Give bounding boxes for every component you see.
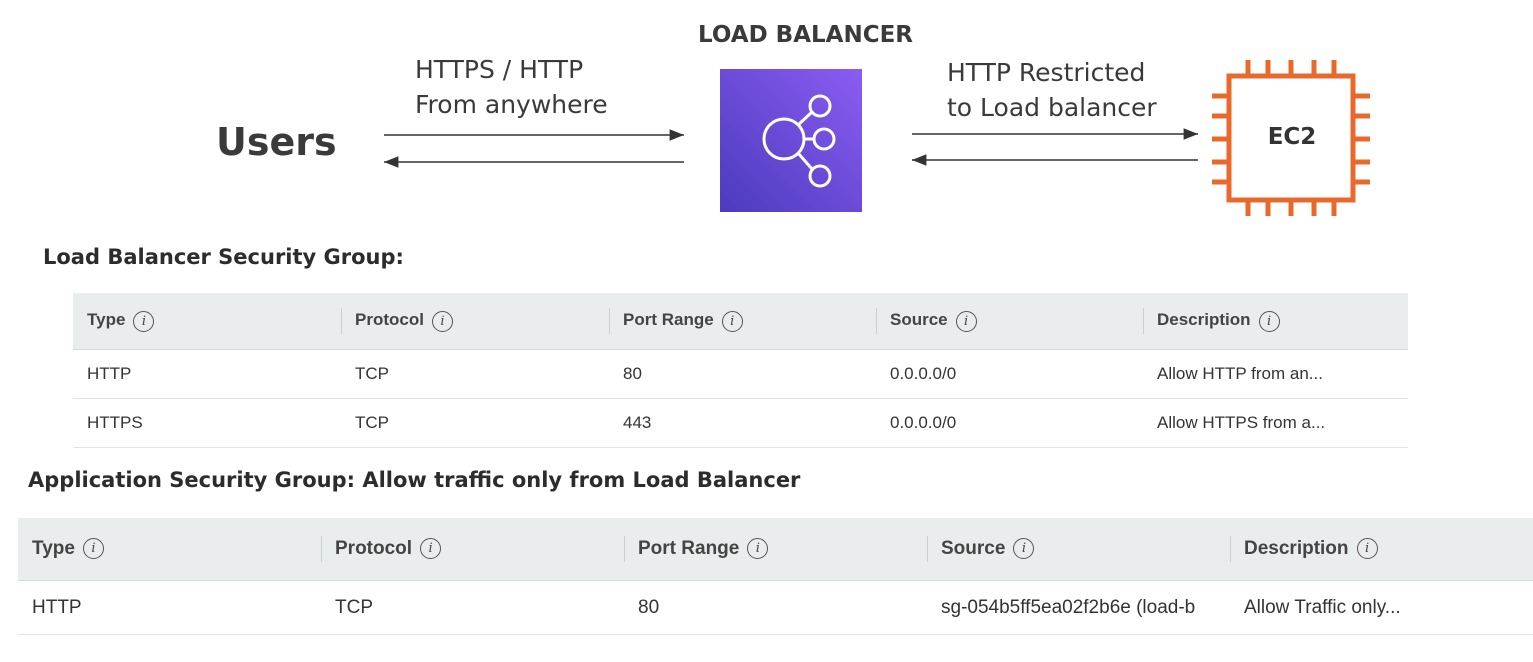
column-header-description[interactable]: Description i xyxy=(1143,293,1408,350)
cell-source: 0.0.0.0/0 xyxy=(876,349,1143,399)
table-row[interactable]: HTTP TCP 80 sg-054b5ff5ea02f2b6e (load-b… xyxy=(18,580,1533,635)
column-header-source[interactable]: Source i xyxy=(927,518,1230,581)
cell-protocol: TCP xyxy=(321,580,624,635)
column-header-port-range[interactable]: Port Range i xyxy=(624,518,927,581)
cell-protocol: TCP xyxy=(341,349,609,399)
cell-port-range: 80 xyxy=(609,349,876,399)
table-header-row: Type i Protocol i Port Range i Source i Desc… xyxy=(18,518,1533,581)
column-header-protocol[interactable]: Protocol i xyxy=(321,518,624,581)
info-icon[interactable]: i xyxy=(420,538,442,560)
info-icon[interactable]: i xyxy=(1013,538,1035,560)
info-icon[interactable]: i xyxy=(721,310,743,332)
cell-source: sg-054b5ff5ea02f2b6e (load-b xyxy=(927,580,1230,635)
ec2-label: EC2 xyxy=(1267,124,1317,150)
table-row[interactable]: HTTP TCP 80 0.0.0.0/0 Allow HTTP from an… xyxy=(73,349,1408,399)
cell-type: HTTP xyxy=(18,580,321,635)
cell-protocol: TCP xyxy=(341,398,609,448)
table-row[interactable]: HTTPS TCP 443 0.0.0.0/0 Allow HTTPS from… xyxy=(73,398,1408,448)
info-icon[interactable]: i xyxy=(1258,310,1280,332)
lb-security-group-heading: Load Balancer Security Group: xyxy=(43,245,404,269)
column-header-type[interactable]: Type i xyxy=(73,293,341,350)
column-header-type[interactable]: Type i xyxy=(18,518,321,581)
info-icon[interactable]: i xyxy=(82,538,104,560)
app-security-group-table: Type i Protocol i Port Range i Source i Desc… xyxy=(18,518,1533,635)
info-icon[interactable]: i xyxy=(1356,538,1378,560)
cell-type: HTTP xyxy=(73,349,341,399)
load-balancer-icon xyxy=(762,94,836,188)
info-icon[interactable]: i xyxy=(747,538,769,560)
column-header-protocol[interactable]: Protocol i xyxy=(341,293,609,350)
column-header-source[interactable]: Source i xyxy=(876,293,1143,350)
app-security-group-heading: Application Security Group: Allow traffi… xyxy=(28,468,801,492)
cell-type: HTTPS xyxy=(73,398,341,448)
info-icon[interactable]: i xyxy=(955,310,977,332)
info-icon[interactable]: i xyxy=(133,310,155,332)
cell-port-range: 443 xyxy=(609,398,876,448)
lb-security-group-table: Type i Protocol i Port Range i Source i Desc… xyxy=(73,293,1408,448)
cell-port-range: 80 xyxy=(624,580,927,635)
cell-description: Allow Traffic only... xyxy=(1230,580,1533,635)
column-header-description[interactable]: Description i xyxy=(1230,518,1533,581)
cell-description: Allow HTTP from an... xyxy=(1143,349,1408,399)
table-header-row: Type i Protocol i Port Range i Source i Desc… xyxy=(73,293,1408,350)
cell-source: 0.0.0.0/0 xyxy=(876,398,1143,448)
column-header-port-range[interactable]: Port Range i xyxy=(609,293,876,350)
info-icon[interactable]: i xyxy=(431,310,453,332)
load-balancer-box xyxy=(720,69,862,212)
cell-description: Allow HTTPS from a... xyxy=(1143,398,1408,448)
